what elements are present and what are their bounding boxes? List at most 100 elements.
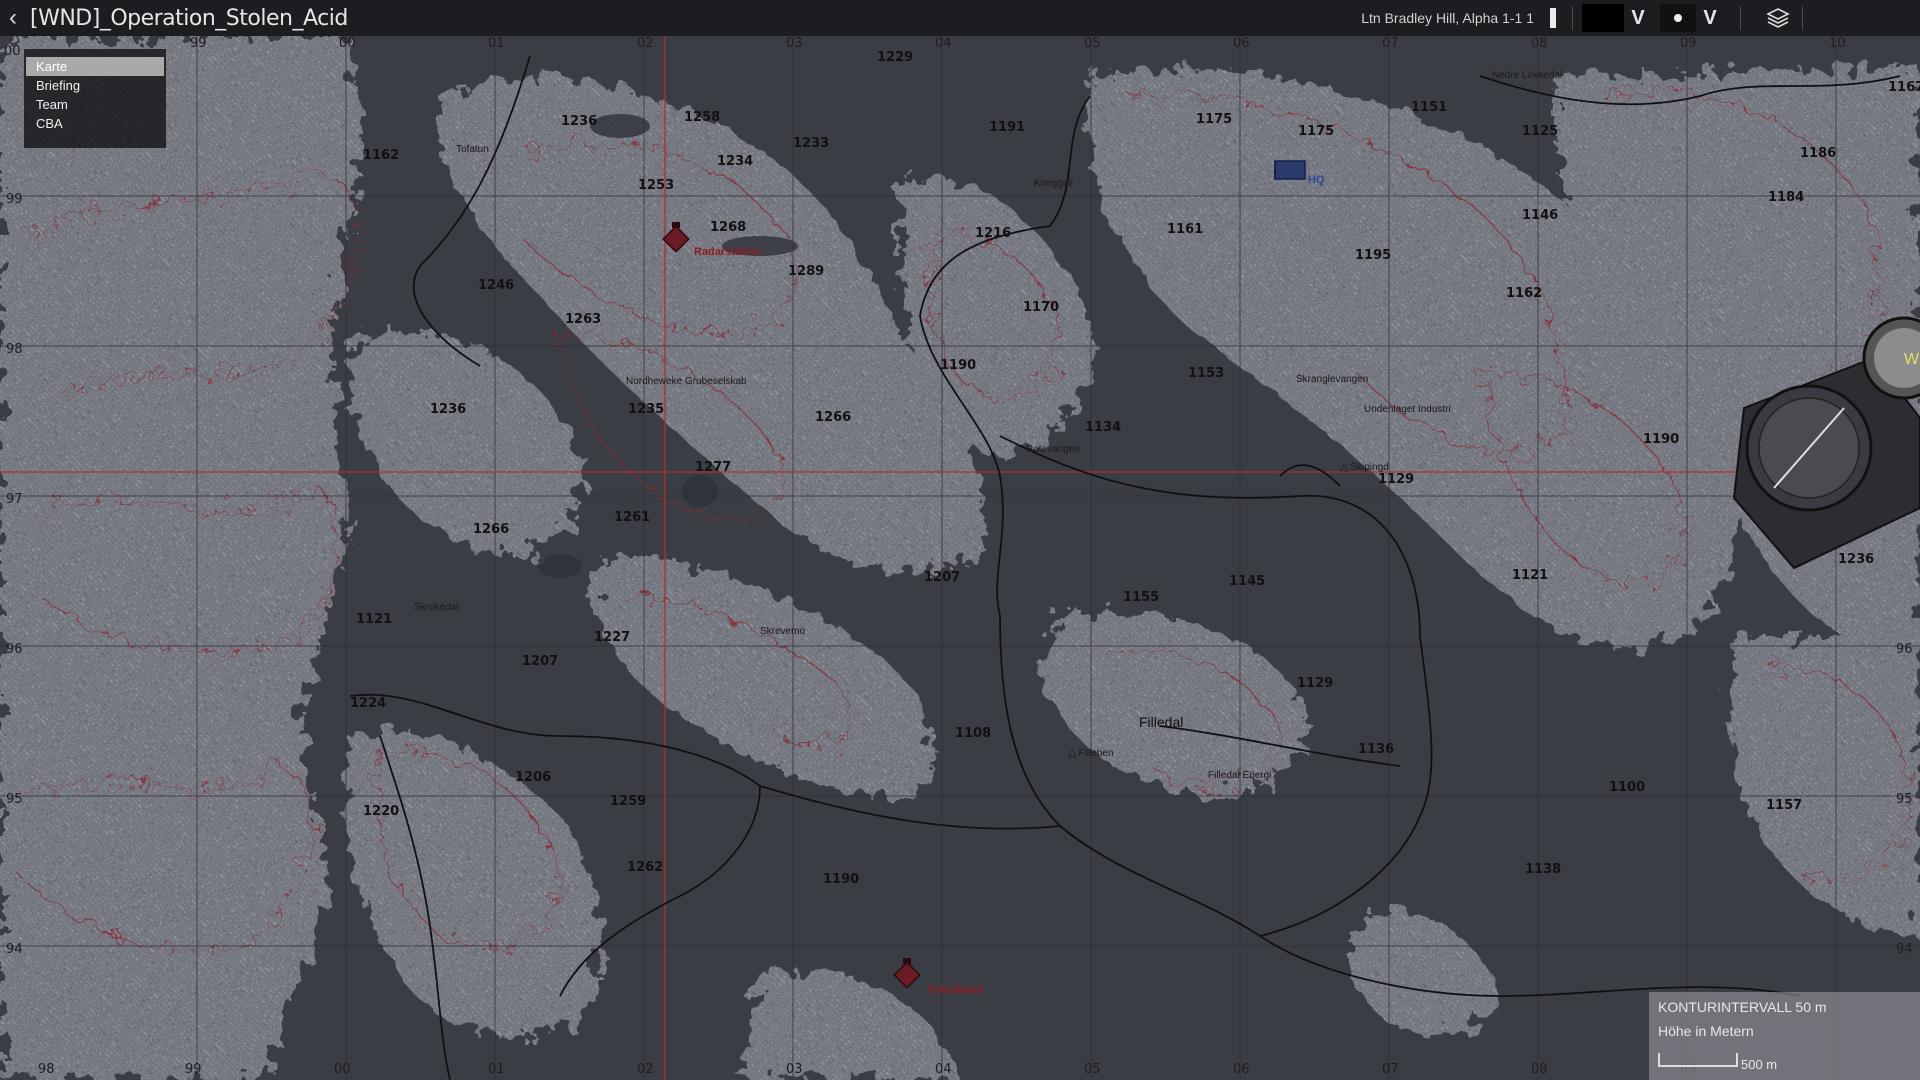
compass-icon[interactable]: W	[1724, 298, 1920, 588]
scale-bar	[1658, 1053, 1738, 1067]
marker-channel-button[interactable]	[1540, 4, 1566, 32]
place-label: Tofatun	[456, 144, 489, 155]
grid-label-bottom: 00	[334, 1062, 351, 1077]
menu-item-cba[interactable]: CBA	[26, 114, 164, 133]
grid-label-top: 05	[1084, 36, 1101, 51]
grid-label-bottom: 01	[488, 1062, 505, 1077]
place-label: Skrevemo	[760, 626, 805, 637]
menu-item-karte[interactable]: Karte	[26, 57, 164, 76]
grid-label-bottom: 08	[1531, 1062, 1548, 1077]
elevation-label: 1236	[561, 114, 598, 129]
place-label: Rotevangen	[1026, 444, 1080, 455]
lab-marker-label: Feindlabor	[928, 984, 985, 996]
elevation-label: 1121	[356, 612, 393, 627]
elevation-label: 1236	[430, 402, 467, 417]
elevation-label: 1261	[614, 510, 651, 525]
grid-label-right: 96	[1896, 642, 1913, 657]
grid-label-left: 94	[6, 942, 23, 957]
elevation-label: 1235	[628, 402, 665, 417]
elevation-label: 1191	[989, 120, 1026, 135]
elevation-label: 1190	[940, 358, 977, 373]
marker-shape-button[interactable]	[1660, 4, 1696, 32]
place-name: Filleben	[1078, 748, 1114, 759]
grid-label-right: 95	[1896, 792, 1913, 807]
place-name: Skranglevangen	[1296, 374, 1369, 385]
grid-label-bottom: 02	[637, 1062, 654, 1077]
elevation-label: 1266	[473, 522, 510, 537]
elevation-label: 1216	[975, 226, 1012, 241]
elevation-label: 1234	[717, 154, 754, 169]
elevation-label: 1190	[1643, 432, 1680, 447]
grid-label-top: 09	[1680, 36, 1697, 51]
back-icon[interactable]: ‹	[2, 0, 24, 36]
grid-label-bottom: 05	[1084, 1062, 1101, 1077]
elevation-label: 1125	[1522, 124, 1559, 139]
elevation-label: 1253	[638, 178, 675, 193]
color-select-button[interactable]	[1582, 4, 1624, 32]
elevation-label: 1190	[823, 872, 860, 887]
grid-label-top: 01	[488, 36, 505, 51]
grid-label-top: 99	[190, 36, 207, 51]
elevation-label: 1129	[1378, 472, 1415, 487]
elevation-label: 1184	[1768, 190, 1805, 205]
elevation-label: 1161	[1167, 222, 1204, 237]
menu-item-team[interactable]: Team	[26, 95, 164, 114]
place-label: Nordheweke Grubeselskab	[626, 376, 747, 387]
place-name: Filledal Energi	[1208, 770, 1272, 781]
elevation-label: 1134	[1085, 420, 1122, 435]
elevation-label: 1170	[1023, 300, 1060, 315]
elevation-label: 1229	[877, 50, 914, 65]
grid-label-bottom: 99	[185, 1062, 202, 1077]
elevation-label: 1224	[350, 696, 387, 711]
place-name: Skrekedal	[414, 602, 459, 613]
grid-label-top: 03	[786, 36, 803, 51]
grid-label-left: 98	[6, 342, 23, 357]
layers-icon[interactable]	[1762, 4, 1794, 32]
elevation-label: 1220	[363, 804, 400, 819]
grid-label-top: 10	[1829, 36, 1846, 51]
elevation-label: 1266	[815, 410, 852, 425]
grid-label-left: 97	[6, 492, 23, 507]
elevation-label: 1268	[710, 220, 747, 235]
elevation-label: 1289	[788, 264, 825, 279]
menu-item-briefing[interactable]: Briefing	[26, 76, 164, 95]
grid-label-top: 08	[1531, 36, 1548, 51]
place-label: Skranglevangen	[1296, 374, 1368, 385]
scale-label: 500 m	[1741, 1057, 1778, 1072]
place-name: Skipingd	[1350, 462, 1389, 473]
elevation-label: 1175	[1196, 112, 1233, 127]
grid-label-top: 04	[935, 36, 952, 51]
place-name: Skrevemo	[760, 626, 806, 637]
map-view[interactable]: 99 00 01 02 03 04 05 06 07 08 09 10 98 9…	[0, 36, 1920, 1080]
shape-dropdown-button[interactable]: V	[1698, 4, 1722, 32]
color-dropdown-button[interactable]: V	[1626, 4, 1650, 32]
elevation-label: 1151	[1411, 100, 1448, 115]
elevation-label: 1167	[1888, 80, 1920, 95]
elevation-label: 1258	[684, 110, 721, 125]
map-topbar: ‹ [WND]_Operation_Stolen_Acid Ltn Bradle…	[0, 0, 1920, 36]
grid-label-top: 06	[1233, 36, 1250, 51]
elevation-label: 1227	[594, 630, 631, 645]
contour-interval-label: KONTURINTERVALL 50 m	[1658, 999, 1827, 1015]
elevation-label: 1145	[1229, 574, 1266, 589]
elevation-label: 1263	[565, 312, 602, 327]
radar-marker-label: Radarstation	[694, 246, 762, 258]
map-legend: KONTURINTERVALL 50 m Höhe in Metern 500 …	[1649, 992, 1920, 1080]
map-side-menu: Karte Briefing Team CBA	[24, 49, 166, 148]
elevation-label: 1153	[1188, 366, 1225, 381]
elevation-label: 1108	[955, 726, 992, 741]
elevation-label: 1162	[363, 148, 400, 163]
elevation-label: 1206	[515, 770, 552, 785]
hq-marker-label: HQ	[1308, 174, 1325, 186]
grid-label-top: 02	[637, 36, 654, 51]
elevation-label: 1100	[1609, 780, 1646, 795]
place-name: Rotevangen	[1026, 444, 1080, 455]
grid-label-bottom: 04	[935, 1062, 952, 1077]
grid-label-left: 96	[6, 642, 23, 657]
elevation-label: 1262	[627, 860, 664, 875]
place-label: Undenlaget Industri	[1364, 404, 1451, 415]
elevation-label: 1129	[1297, 676, 1334, 691]
grid-label-left: 00	[4, 44, 21, 59]
elevation-label: 1138	[1525, 862, 1562, 877]
elevation-label: 1207	[522, 654, 559, 669]
